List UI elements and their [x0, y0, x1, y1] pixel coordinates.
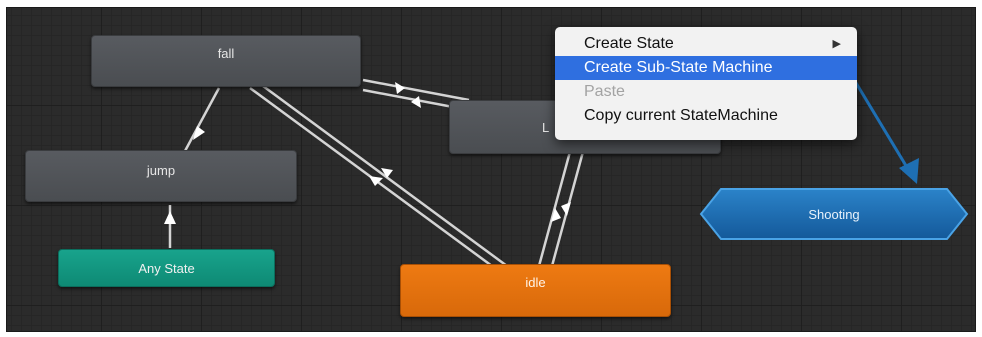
state-idle-label: idle	[525, 275, 546, 290]
sub-state-machine-shooting[interactable]: Shooting	[699, 187, 969, 241]
state-partial-label: L	[542, 119, 550, 135]
sub-state-machine-label: Shooting	[808, 206, 860, 222]
state-jump-label: jump	[146, 163, 176, 178]
state-any-state[interactable]: Any State	[58, 249, 275, 287]
state-fall[interactable]: fall	[91, 35, 361, 87]
submenu-arrow-icon: ▶	[832, 38, 841, 50]
annotation-arrow	[845, 67, 919, 184]
transition-jump-to-fall[interactable]	[183, 87, 221, 152]
state-any-state-label: Any State	[138, 260, 195, 276]
menu-item-paste: Paste	[555, 80, 857, 104]
menu-item-copy-current-statemachine[interactable]: Copy current StateMachine	[555, 104, 857, 128]
transition-partial-state-to-idle[interactable]	[550, 147, 586, 267]
menu-item-create-state-label: Create State	[584, 35, 674, 52]
state-fall-label: fall	[217, 46, 235, 61]
menu-item-paste-label: Paste	[584, 83, 625, 100]
animator-graph-canvas[interactable]: fall L jump Any State idle Shooting Crea…	[6, 7, 976, 332]
state-idle[interactable]: idle	[400, 264, 671, 317]
state-jump[interactable]: jump	[25, 150, 297, 202]
menu-item-create-sub-state-machine[interactable]: Create Sub-State Machine	[555, 56, 857, 80]
context-menu: Create State ▶ Create Sub-State Machine …	[555, 27, 857, 140]
transition-fall-to-partial-state[interactable]	[362, 78, 470, 102]
menu-item-copy-current-statemachine-label: Copy current StateMachine	[584, 107, 778, 124]
transition-anystate-to-jump[interactable]	[164, 205, 176, 248]
menu-item-create-state[interactable]: Create State ▶	[555, 32, 857, 56]
menu-item-create-sub-state-machine-label: Create Sub-State Machine	[584, 59, 773, 76]
